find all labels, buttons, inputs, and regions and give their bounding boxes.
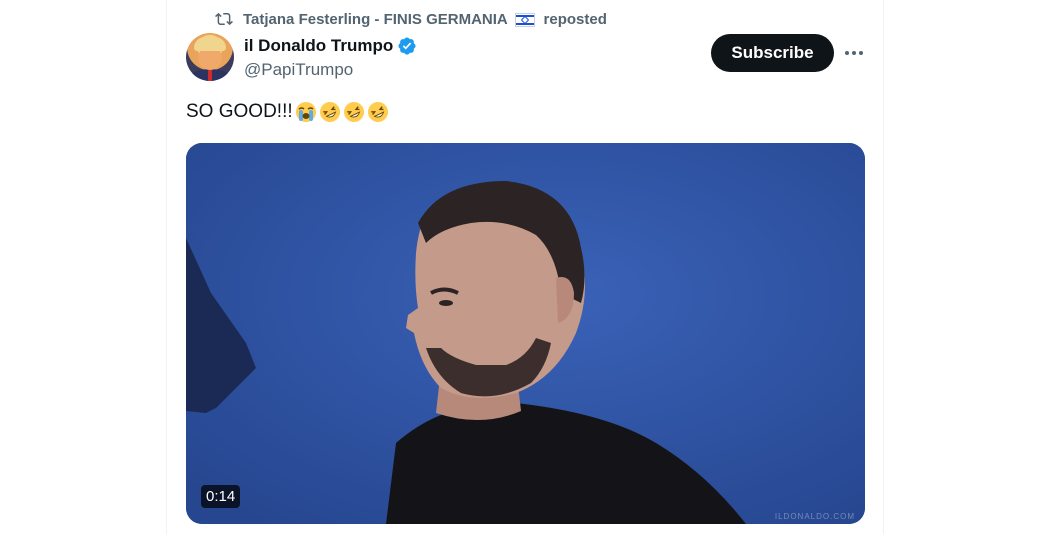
- israel-flag-icon: [515, 12, 536, 27]
- tweet-card[interactable]: Tatjana Festerling - FINIS GERMANIA repo…: [166, 0, 884, 534]
- rolling-on-floor-laughing-icon: [319, 102, 340, 122]
- video-player[interactable]: 0:14 ILDONALDO.COM: [186, 143, 865, 524]
- video-watermark: ILDONALDO.COM: [774, 512, 855, 521]
- tweet-text: SO GOOD!!!: [186, 101, 389, 123]
- rolling-on-floor-laughing-icon: [343, 102, 364, 122]
- author-handle[interactable]: @PapiTrumpo: [244, 60, 417, 80]
- subscribe-button[interactable]: Subscribe: [711, 34, 834, 72]
- video-frame: [186, 143, 865, 524]
- more-options-icon[interactable]: [843, 42, 865, 64]
- author-block[interactable]: il Donaldo Trumpo @PapiTrumpo: [244, 36, 417, 80]
- verified-badge-icon: [398, 37, 416, 55]
- repost-icon: [215, 12, 233, 26]
- repost-header[interactable]: Tatjana Festerling - FINIS GERMANIA repo…: [215, 9, 607, 29]
- video-duration-badge: 0:14: [201, 485, 241, 508]
- repost-action-label: reposted: [543, 10, 607, 28]
- author-name[interactable]: il Donaldo Trumpo: [244, 36, 393, 56]
- reposter-name[interactable]: Tatjana Festerling - FINIS GERMANIA: [243, 11, 507, 28]
- rolling-on-floor-laughing-icon: [367, 102, 388, 122]
- loudly-crying-face-icon: [295, 102, 316, 122]
- avatar[interactable]: [186, 33, 234, 81]
- tweet-text-content: SO GOOD!!!: [186, 101, 293, 122]
